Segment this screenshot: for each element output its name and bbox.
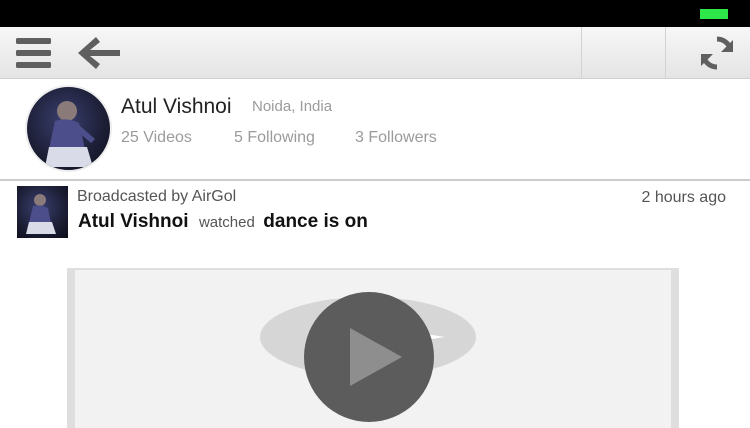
- avatar-photo: [45, 101, 95, 167]
- profile-name: Atul Vishnoi: [121, 95, 232, 118]
- broadcast-source: Broadcasted by AirGol: [77, 188, 237, 205]
- following-count[interactable]: 5 Following: [234, 129, 315, 147]
- profile-location: Noida, India: [252, 98, 333, 115]
- toolbar-divider: [581, 27, 582, 79]
- hamburger-menu-icon: [16, 38, 51, 68]
- followers-count[interactable]: 3 Followers: [355, 129, 437, 147]
- avatar-photo: [26, 194, 56, 234]
- avatar[interactable]: [25, 85, 112, 172]
- activity-user[interactable]: Atul Vishnoi: [78, 211, 188, 232]
- activity-line: Atul Vishnoi watched dance is on: [78, 211, 368, 233]
- battery-icon: [700, 9, 728, 19]
- menu-button[interactable]: [14, 36, 54, 70]
- play-icon: [350, 328, 402, 386]
- videos-count[interactable]: 25 Videos: [121, 129, 192, 147]
- post-time: 2 hours ago: [641, 189, 726, 206]
- status-bar: [0, 0, 750, 27]
- toolbar-divider: [665, 27, 666, 79]
- play-button[interactable]: [304, 292, 434, 422]
- feed-avatar[interactable]: [17, 186, 68, 238]
- refresh-icon: [701, 36, 733, 70]
- refresh-button[interactable]: [698, 34, 736, 72]
- profile-header: Atul Vishnoi Noida, India 25 Videos 5 Fo…: [0, 79, 750, 179]
- activity-video-title[interactable]: dance is on: [263, 211, 368, 232]
- feed-item: Broadcasted by AirGol 2 hours ago Atul V…: [0, 181, 750, 428]
- activity-verb: watched: [198, 214, 255, 231]
- arrow-left-icon: [78, 37, 120, 69]
- video-player[interactable]: [67, 268, 679, 428]
- back-button[interactable]: [76, 35, 122, 71]
- toolbar: [0, 27, 750, 79]
